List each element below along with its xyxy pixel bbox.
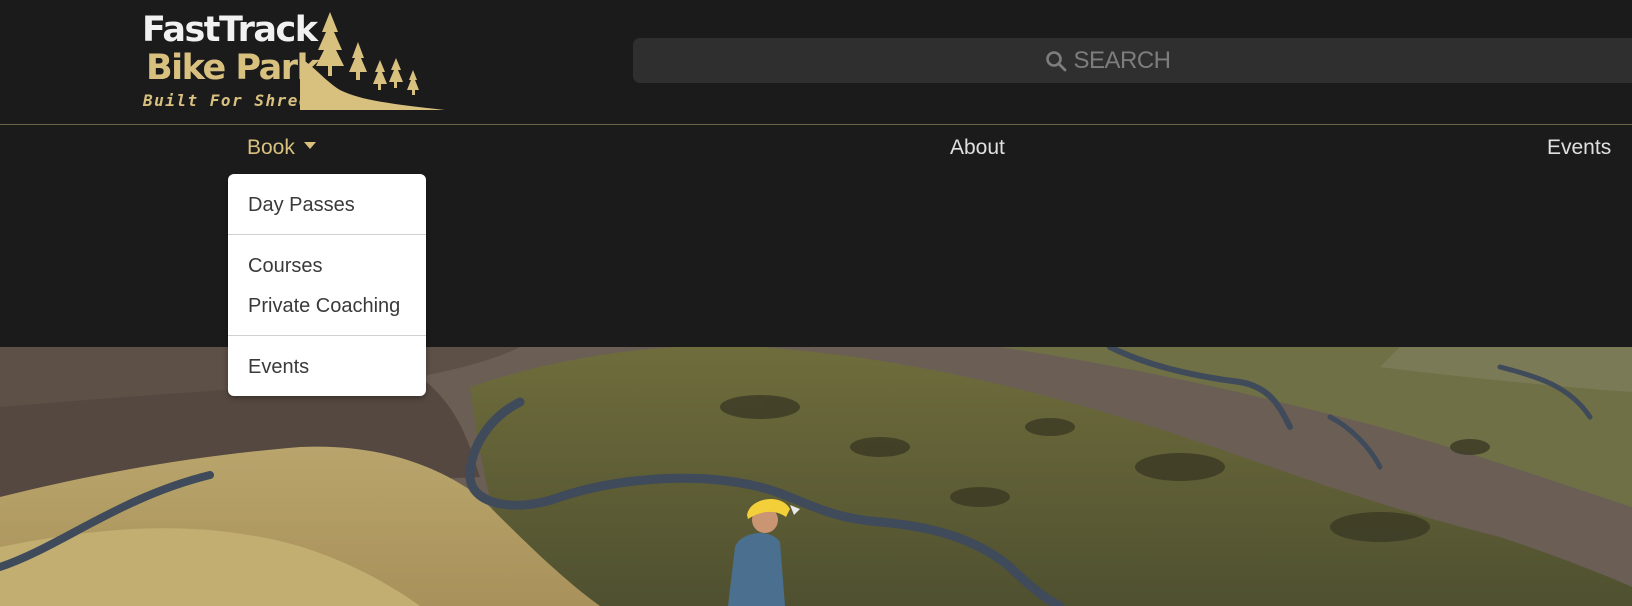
nav-book-dropdown-toggle[interactable]: Book	[247, 136, 316, 160]
search-label: SEARCH	[1073, 46, 1171, 74]
dropdown-item-events[interactable]: Events	[248, 356, 309, 379]
nav-divider	[0, 124, 1632, 125]
search-content: SEARCH	[1045, 46, 1171, 75]
search-icon	[1046, 50, 1067, 71]
nav-about[interactable]: About	[950, 136, 1005, 160]
dropdown-item-day-passes[interactable]: Day Passes	[248, 194, 355, 217]
logo-hill-trees-graphic	[300, 12, 445, 110]
site-header: FastTrack Bike Park Built For Shredding	[0, 0, 1632, 124]
dropdown-divider	[228, 234, 426, 235]
logo-line-2: Bike Park	[146, 48, 320, 88]
nav-book-label: Book	[247, 136, 295, 159]
search-bar[interactable]: SEARCH	[633, 38, 1632, 83]
caret-down-icon	[303, 141, 316, 149]
dropdown-item-courses[interactable]: Courses	[248, 255, 322, 278]
nav-events[interactable]: Events	[1547, 136, 1611, 160]
dropdown-item-private-coaching[interactable]: Private Coaching	[248, 295, 400, 318]
logo-line-1: FastTrack	[142, 10, 318, 50]
book-dropdown-menu: Day Passes Courses Private Coaching Even…	[228, 174, 426, 396]
site-logo[interactable]: FastTrack Bike Park Built For Shredding	[140, 8, 445, 113]
dropdown-divider	[228, 335, 426, 336]
